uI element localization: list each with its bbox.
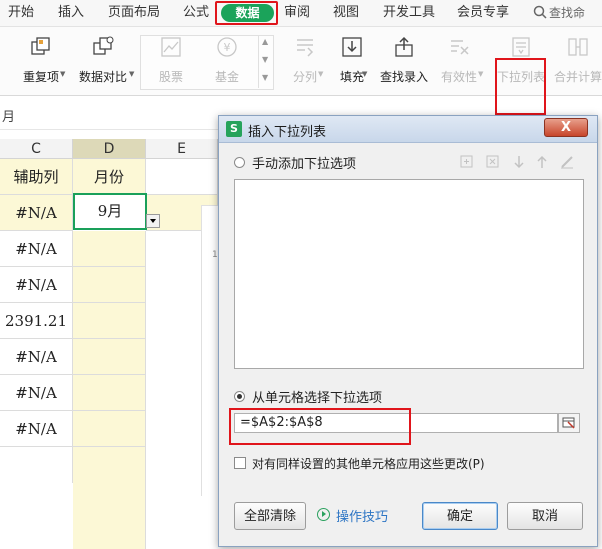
find-entry-button[interactable]: 查找录入	[378, 31, 430, 87]
menu-developer[interactable]: 开发工具	[383, 0, 435, 26]
command-search-input[interactable]: 查找命令、	[549, 0, 602, 46]
manual-option-label[interactable]: 手动添加下拉选项	[252, 153, 356, 172]
column-header-e[interactable]: E	[146, 139, 218, 159]
split-chevron-down-icon[interactable]: ▼	[318, 70, 323, 78]
duplicates-chevron-down-icon[interactable]: ▼	[60, 70, 65, 78]
cell-c-row5[interactable]: #N/A	[0, 339, 73, 375]
duplicates-label: 重复项	[22, 70, 59, 84]
scroll-down-icon[interactable]: ▼	[262, 55, 268, 64]
stock-chart-icon	[161, 37, 181, 57]
move-up-icon[interactable]	[535, 154, 549, 170]
validation-icon	[451, 40, 469, 55]
cell-c-row4[interactable]: 2391.21	[0, 303, 73, 339]
fill-down-icon	[342, 37, 362, 57]
cell-d-row6[interactable]	[73, 375, 146, 411]
yen-coin-icon: ¥	[217, 37, 237, 57]
cell-c-row3[interactable]: #N/A	[0, 267, 73, 303]
data-compare-button[interactable]: 数据对比	[74, 31, 132, 87]
validation-button[interactable]: 有效性	[437, 31, 481, 87]
menu-insert[interactable]: 插入	[58, 0, 84, 26]
data-compare-chevron-down-icon[interactable]: ▼	[129, 70, 134, 78]
menu-page-layout[interactable]: 页面布局	[108, 0, 160, 26]
manual-options-listbox[interactable]	[234, 179, 584, 369]
apply-all-checkbox[interactable]	[234, 457, 246, 469]
close-icon[interactable]: X	[544, 118, 588, 137]
validation-chevron-down-icon[interactable]: ▼	[478, 70, 483, 78]
consolidate-button[interactable]: 合并计算	[552, 31, 602, 87]
cell-c-row7[interactable]: #N/A	[0, 411, 73, 447]
consolidate-icon	[568, 38, 588, 56]
search-icon[interactable]	[533, 5, 547, 19]
consolidate-label: 合并计算	[553, 70, 602, 84]
menu-formulas[interactable]: 公式	[183, 0, 209, 26]
menu-start[interactable]: 开始	[8, 0, 34, 26]
insert-dropdown-dialog: S 插入下拉列表 X 手动添加下拉选项 从单元格选择下拉选项 =$A$2:$A$…	[218, 115, 598, 547]
cell-e-header[interactable]	[146, 159, 218, 195]
cell-c-row6[interactable]: #N/A	[0, 375, 73, 411]
dropdown-list-highlight-box	[495, 58, 546, 115]
delete-item-icon[interactable]	[485, 154, 501, 170]
stock-label: 股票	[158, 70, 183, 84]
wps-spreadsheet-logo-icon: S	[226, 121, 242, 137]
data-compare-label: 数据对比	[78, 70, 127, 84]
cell-c-row2[interactable]: #N/A	[0, 231, 73, 267]
from-cells-option-label[interactable]: 从单元格选择下拉选项	[252, 387, 382, 406]
from-cells-option-radio[interactable]	[234, 391, 245, 402]
cell-d-row4[interactable]	[73, 303, 146, 339]
cell-d-header[interactable]: 月份	[73, 159, 146, 195]
cell-c-row8[interactable]	[0, 447, 73, 483]
gallery-scroll[interactable]: ▲ ▼ ▼	[258, 35, 273, 88]
find-entry-icon	[395, 36, 413, 57]
duplicates-icon	[31, 37, 50, 55]
scroll-up-icon[interactable]: ▲	[262, 37, 268, 46]
menu-member[interactable]: 会员专享	[457, 0, 509, 26]
fund-label: 基金	[214, 70, 239, 84]
manual-option-radio[interactable]	[234, 157, 245, 168]
edit-item-icon[interactable]	[559, 154, 575, 170]
fund-button[interactable]: ¥ 基金	[202, 31, 252, 87]
menu-review[interactable]: 审阅	[284, 0, 310, 26]
dropdown-list-icon	[512, 37, 530, 57]
cancel-button[interactable]: 取消	[507, 502, 583, 530]
column-header-d[interactable]: D	[73, 139, 146, 159]
cell-c-header[interactable]: 辅助列	[0, 159, 73, 195]
dialog-title-bar[interactable]: S 插入下拉列表 X	[219, 116, 597, 143]
range-select-icon	[562, 417, 575, 429]
ribbon-toolbar: 重复项 ▼ 数据对比 ▼ 股票 ¥ 基金 ▲ ▼ ▼ 分列 ▼ 填充 ▼ 查找录…	[0, 27, 602, 115]
clear-all-button[interactable]: 全部清除	[234, 502, 306, 530]
split-columns-icon	[297, 39, 314, 57]
move-down-icon[interactable]	[512, 154, 526, 170]
tips-link[interactable]: 操作技巧	[336, 506, 388, 525]
column-header-c[interactable]: C	[0, 139, 73, 159]
selected-cell-d[interactable]: 9月	[73, 193, 147, 230]
cell-d-row7[interactable]	[73, 411, 146, 447]
cell-d-row2[interactable]	[73, 231, 146, 267]
validation-label: 有效性	[440, 70, 477, 84]
cell-dropdown-arrow-icon[interactable]	[146, 214, 160, 228]
gallery-expand-icon[interactable]: ▼	[262, 73, 268, 82]
cell-c-row1[interactable]: #N/A	[0, 195, 73, 231]
range-picker-button[interactable]	[558, 413, 580, 433]
find-entry-label: 查找录入	[379, 70, 428, 84]
play-tips-icon[interactable]	[317, 508, 330, 521]
menu-view[interactable]: 视图	[333, 0, 359, 26]
cell-d-row3[interactable]	[73, 267, 146, 303]
apply-all-label[interactable]: 对有同样设置的其他单元格应用这些更改(P)	[252, 455, 485, 472]
split-columns-button[interactable]: 分列	[285, 31, 325, 87]
duplicates-button[interactable]: 重复项	[16, 31, 66, 87]
data-tab-highlight-box	[215, 1, 278, 25]
name-box[interactable]: 月	[0, 107, 222, 130]
dialog-title: 插入下拉列表	[248, 125, 327, 140]
svg-text:¥: ¥	[224, 41, 231, 54]
range-input-highlight-box	[229, 408, 411, 445]
ok-button[interactable]: 确定	[422, 502, 498, 530]
add-item-icon[interactable]	[459, 154, 475, 170]
fill-button[interactable]: 填充	[332, 31, 372, 87]
menu-bar: 开始 插入 页面布局 公式 数据 审阅 视图 开发工具 会员专享 查找命令、	[0, 0, 602, 46]
data-compare-icon	[93, 36, 114, 55]
stock-button[interactable]: 股票	[146, 31, 196, 87]
fill-chevron-down-icon[interactable]: ▼	[362, 70, 367, 78]
cell-d-row5[interactable]	[73, 339, 146, 375]
cell-d-row8[interactable]	[73, 447, 146, 549]
